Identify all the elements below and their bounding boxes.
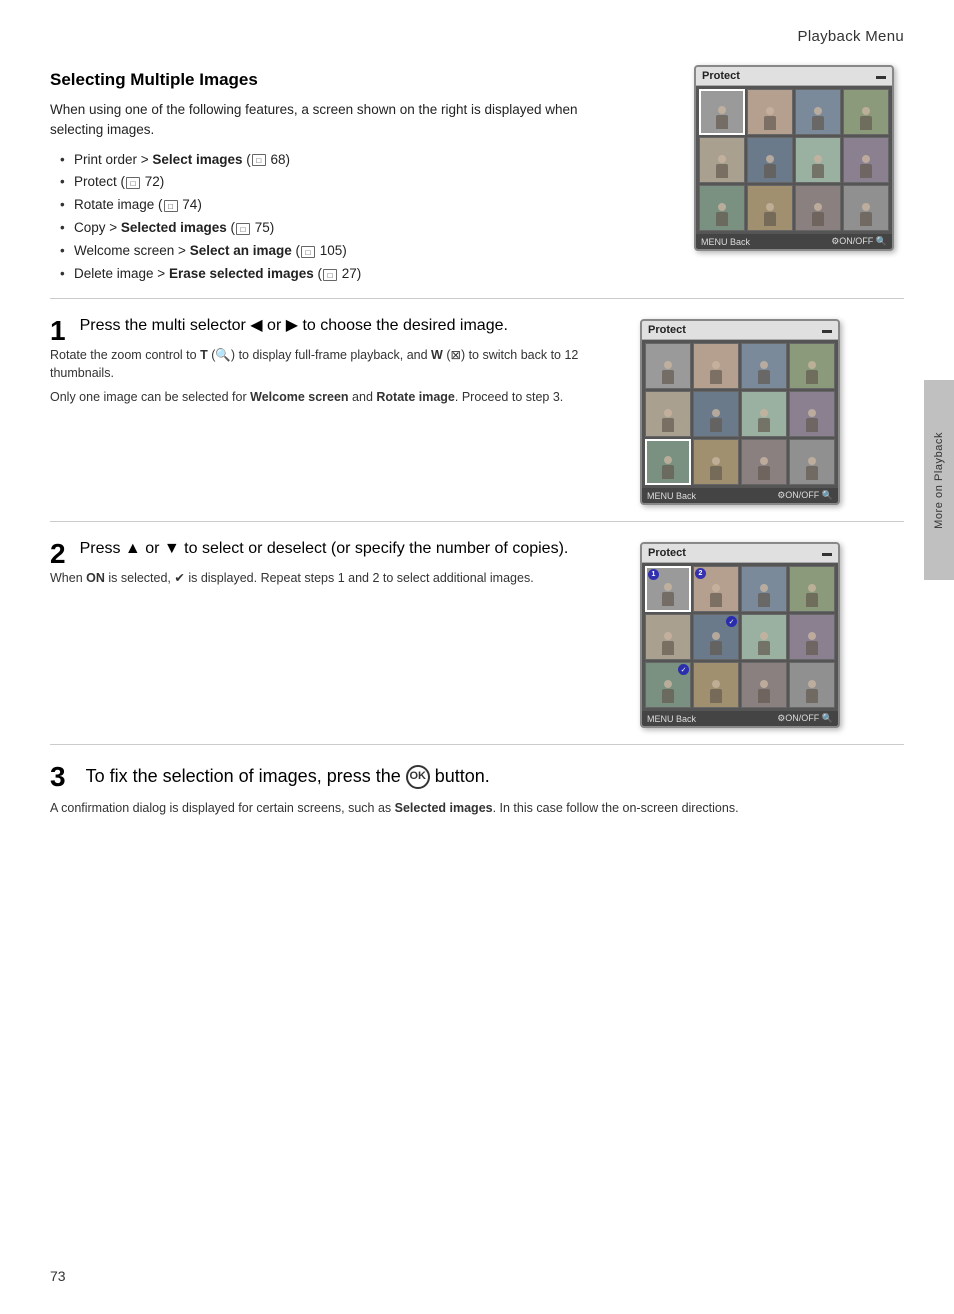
bullet-1: Print order > Select images (□ 68) <box>60 149 664 172</box>
page: Playback Menu More on Playback Selecting… <box>0 0 954 1314</box>
step-1-number: 1 <box>50 317 66 345</box>
thumb-3-11 <box>741 662 787 708</box>
step-1-right: Protect ▬ <box>630 315 850 505</box>
step-2-main: Press ▲ or ▼ to select or deselect (or s… <box>80 538 569 560</box>
onoff-label-1: ⚙ON/OFF 🔍 <box>831 236 887 247</box>
intro-right: Protect ▬ <box>684 65 904 298</box>
thumb-2-2 <box>693 343 739 389</box>
step-3-text: To fix the selection of images, press th… <box>86 764 490 789</box>
thumb-2-7 <box>741 391 787 437</box>
thumb-1-11 <box>795 185 841 231</box>
thumb-2-6 <box>693 391 739 437</box>
camera-screen-2: Protect ▬ <box>640 319 840 505</box>
step-3-main: 3 To fix the selection of images, press … <box>50 761 904 791</box>
main-content: Selecting Multiple Images When using one… <box>0 55 954 878</box>
camera-footer-3: MENU Back ⚙ON/OFF 🔍 <box>642 711 838 726</box>
step-1-sub1: Rotate the zoom control to T (🔍) to disp… <box>50 346 610 384</box>
protect-label-3: Protect <box>648 547 686 559</box>
thumb-3-5 <box>645 614 691 660</box>
step-3-sub: A confirmation dialog is displayed for c… <box>50 799 800 818</box>
onoff-label-2: ⚙ON/OFF 🔍 <box>777 490 833 501</box>
thumb-1-7 <box>795 137 841 183</box>
steps-area: 1 Press the multi selector ◀ or ▶ to cho… <box>50 298 904 838</box>
step-3-number: 3 <box>50 763 66 791</box>
intro-left: Selecting Multiple Images When using one… <box>50 65 664 298</box>
camera-screen-1: Protect ▬ <box>694 65 894 251</box>
section-heading: Selecting Multiple Images <box>50 70 664 90</box>
bullet-4: Copy > Selected images (□ 75) <box>60 217 664 240</box>
step-2: 2 Press ▲ or ▼ to select or deselect (or… <box>50 521 904 744</box>
thumb-1-4 <box>843 89 889 135</box>
thumb-3-3 <box>741 566 787 612</box>
onoff-label-3: ⚙ON/OFF 🔍 <box>777 713 833 724</box>
menu-back-3: MENU Back <box>647 714 696 724</box>
thumb-3-2: 2 <box>693 566 739 612</box>
camera-grid-3: 1 2 ✓ <box>642 563 838 711</box>
thumb-1-9 <box>699 185 745 231</box>
bullet-3: Rotate image (□ 74) <box>60 194 664 217</box>
thumb-2-8 <box>789 391 835 437</box>
thumb-3-1: 1 <box>645 566 691 612</box>
step-2-right: Protect ▬ 1 2 <box>630 538 850 728</box>
thumb-1-5 <box>699 137 745 183</box>
protect-label-2: Protect <box>648 324 686 336</box>
bullet-5: Welcome screen > Select an image (□ 105) <box>60 240 664 263</box>
camera-screen-3-header: Protect ▬ <box>642 544 838 563</box>
bullet-6: Delete image > Erase selected images (□ … <box>60 263 664 286</box>
camera-footer-1: MENU Back ⚙ON/OFF 🔍 <box>696 234 892 249</box>
thumb-3-12 <box>789 662 835 708</box>
thumb-1-12 <box>843 185 889 231</box>
menu-back-1: MENU Back <box>701 237 750 247</box>
thumb-1-10 <box>747 185 793 231</box>
thumb-3-4 <box>789 566 835 612</box>
camera-footer-2: MENU Back ⚙ON/OFF 🔍 <box>642 488 838 503</box>
ok-button-icon: OK <box>406 765 430 789</box>
page-header: Playback Menu <box>0 0 954 55</box>
protect-label-1: Protect <box>702 70 740 82</box>
side-tab: More on Playback <box>924 380 954 580</box>
page-title: Playback Menu <box>798 28 904 45</box>
menu-back-2: MENU Back <box>647 491 696 501</box>
thumb-1-1 <box>699 89 745 135</box>
thumb-2-1 <box>645 343 691 389</box>
thumb-2-4 <box>789 343 835 389</box>
step-2-left: 2 Press ▲ or ▼ to select or deselect (or… <box>50 538 630 728</box>
thumb-2-12 <box>789 439 835 485</box>
camera-screen-3: Protect ▬ 1 2 <box>640 542 840 728</box>
thumb-1-6 <box>747 137 793 183</box>
step-1-main: Press the multi selector ◀ or ▶ to choos… <box>80 315 508 337</box>
bullet-2: Protect (□ 72) <box>60 171 664 194</box>
thumb-2-10 <box>693 439 739 485</box>
thumb-3-10 <box>693 662 739 708</box>
intro-text: When using one of the following features… <box>50 100 630 141</box>
thumb-1-3 <box>795 89 841 135</box>
thumb-1-2 <box>747 89 793 135</box>
camera-grid-1 <box>696 86 892 234</box>
thumb-3-9: ✓ <box>645 662 691 708</box>
thumb-3-7 <box>741 614 787 660</box>
step-1-sub2: Only one image can be selected for Welco… <box>50 388 610 407</box>
thumb-2-9 <box>645 439 691 485</box>
thumb-3-8 <box>789 614 835 660</box>
step-1: 1 Press the multi selector ◀ or ▶ to cho… <box>50 298 904 521</box>
step-2-sub1: When ON is selected, ✔ is displayed. Rep… <box>50 569 610 588</box>
bullet-list: Print order > Select images (□ 68) Prote… <box>50 149 664 287</box>
thumb-1-8 <box>843 137 889 183</box>
camera-screen-2-header: Protect ▬ <box>642 321 838 340</box>
page-number: 73 <box>50 1268 66 1284</box>
intro-block: Selecting Multiple Images When using one… <box>50 65 904 298</box>
camera-grid-2 <box>642 340 838 488</box>
thumb-2-5 <box>645 391 691 437</box>
thumb-2-3 <box>741 343 787 389</box>
camera-screen-1-header: Protect ▬ <box>696 67 892 86</box>
battery-icon-1: ▬ <box>876 71 886 82</box>
step-1-left: 1 Press the multi selector ◀ or ▶ to cho… <box>50 315 630 505</box>
thumb-2-11 <box>741 439 787 485</box>
battery-icon-3: ▬ <box>822 548 832 559</box>
step-2-number: 2 <box>50 540 66 568</box>
step-3: 3 To fix the selection of images, press … <box>50 744 904 838</box>
side-tab-label: More on Playback <box>933 432 945 529</box>
battery-icon-2: ▬ <box>822 325 832 336</box>
thumb-3-6: ✓ <box>693 614 739 660</box>
